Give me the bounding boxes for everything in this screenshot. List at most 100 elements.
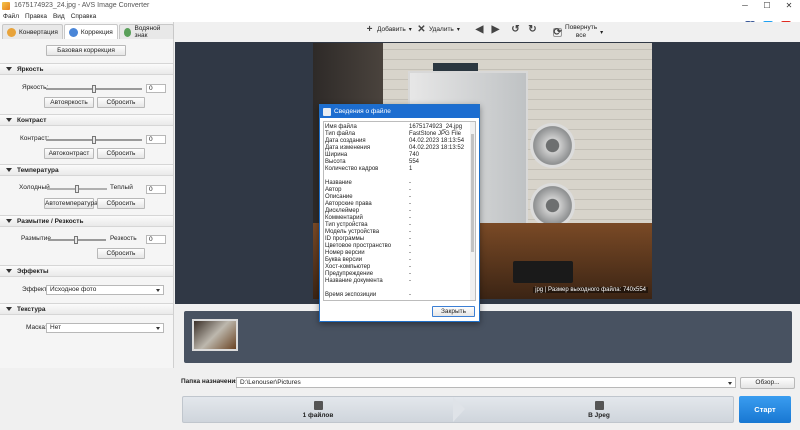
chevron-down-icon	[728, 382, 732, 385]
file-info-key: Цветовое пространство	[325, 243, 392, 249]
rotate-right-button[interactable]: ↻	[528, 24, 537, 35]
close-button[interactable]: ✕	[778, 0, 800, 11]
brightness-value[interactable]: 0	[146, 84, 166, 93]
chevron-down-icon	[156, 327, 160, 330]
effects-section[interactable]: Эффекты	[0, 265, 173, 277]
file-info-value: -	[409, 215, 411, 221]
dialog-close-button[interactable]: Закрыть	[432, 306, 475, 317]
reset-contrast-button[interactable]: Сбросить	[97, 148, 145, 159]
thumbnail-strip	[184, 311, 792, 363]
add-button[interactable]: + Добавить ▾	[365, 24, 412, 35]
brightness-slider[interactable]	[46, 85, 142, 93]
tab-conversion[interactable]: Конвертация	[2, 24, 63, 39]
brightness-section[interactable]: Яркость	[0, 63, 173, 75]
rotate-left-button[interactable]: ↺	[511, 24, 520, 35]
file-info-row: Высота 554	[324, 159, 472, 166]
slider-thumb[interactable]	[75, 185, 79, 193]
menu-edit[interactable]: Правка	[25, 13, 47, 20]
output-format-segment[interactable]: В Jpeg	[465, 397, 733, 422]
contrast-section[interactable]: Контраст	[0, 114, 173, 126]
minimize-button[interactable]: ─	[734, 0, 756, 11]
thumbnail-item[interactable]	[192, 319, 238, 351]
rotate-left-icon: ↺	[511, 24, 520, 35]
section-title: Температура	[17, 166, 59, 174]
file-count-segment[interactable]: 1 файлов	[183, 397, 453, 422]
tab-correction[interactable]: Коррекция	[63, 24, 118, 39]
file-info-row	[324, 173, 472, 180]
section-title: Эффекты	[17, 267, 49, 275]
blur-label: Размытие	[21, 235, 52, 242]
effect-select-value: Исходное фото	[50, 286, 97, 293]
conversion-bar: 1 файлов В Jpeg	[182, 396, 734, 423]
mask-select[interactable]: Нет	[46, 323, 164, 333]
collapse-icon	[6, 67, 12, 71]
file-info-row: Цветовое пространство -	[324, 243, 472, 250]
contrast-value[interactable]: 0	[146, 135, 166, 144]
browse-button[interactable]: Обзор...	[740, 377, 795, 389]
menu-file[interactable]: Файл	[3, 13, 19, 20]
next-button[interactable]: ▶	[491, 24, 500, 35]
reset-brightness-button[interactable]: Сбросить	[97, 97, 145, 108]
rotate-right-icon: ↻	[528, 24, 537, 35]
auto-contrast-button[interactable]: Автоконтраст	[44, 148, 94, 159]
rotate-all-button[interactable]: ⟳ Повернуть все ▾	[553, 24, 603, 40]
file-info-value: -	[409, 257, 411, 263]
slider-thumb[interactable]	[92, 136, 96, 144]
file-info-key: Время экспозиции	[325, 292, 377, 298]
basic-correction-button[interactable]: Базовая коррекция	[46, 45, 126, 56]
blur-sharpness-section[interactable]: Размытие / Резкость	[0, 215, 173, 227]
file-info-key: Высота	[325, 159, 346, 165]
tab-watermark[interactable]: Водяной знак	[118, 24, 174, 39]
slider-thumb[interactable]	[92, 85, 96, 93]
reset-blur-button[interactable]: Сбросить	[97, 248, 145, 259]
file-info-row: Тип файла FastStone JPG File	[324, 131, 472, 138]
texture-section[interactable]: Текстура	[0, 303, 173, 315]
file-info-row: Дата создания 04.02.2023 18:13:54	[324, 138, 472, 145]
contrast-slider[interactable]	[46, 136, 142, 144]
temperature-section[interactable]: Температура	[0, 164, 173, 176]
file-info-key: Тип устройства	[325, 222, 368, 228]
file-info-key: Название документа	[325, 278, 383, 284]
start-button[interactable]: Старт	[739, 396, 791, 423]
file-info-value: -	[409, 180, 411, 186]
file-info-value: -	[409, 222, 411, 228]
menu-help[interactable]: Справка	[71, 13, 97, 20]
add-label: Добавить	[377, 26, 406, 33]
auto-temperature-button[interactable]: Автотемпература	[44, 198, 98, 209]
delete-button[interactable]: ✕ Удалить ▾	[417, 24, 460, 35]
file-info-key: Дата создания	[325, 138, 366, 144]
file-info-key: ID программы	[325, 236, 365, 242]
arrow-right-icon: ▶	[491, 24, 500, 35]
chevron-down-icon: ▾	[600, 29, 604, 36]
blur-value[interactable]: 0	[146, 235, 166, 244]
file-info-list[interactable]: Имя файла 1675174923_24.jpg Тип файла FastS…	[323, 121, 476, 301]
maximize-button[interactable]: ☐	[756, 0, 778, 11]
format-icon	[594, 400, 604, 410]
reset-temperature-button[interactable]: Сбросить	[97, 198, 145, 209]
file-info-value: 1	[409, 166, 413, 172]
temperature-value[interactable]: 0	[146, 185, 166, 194]
collapse-icon	[6, 307, 12, 311]
effect-select[interactable]: Исходное фото	[46, 285, 164, 295]
previous-button[interactable]: ◀	[475, 24, 484, 35]
warm-label: Теплый	[110, 184, 133, 191]
auto-brightness-button[interactable]: Автояркость	[44, 97, 94, 108]
destination-path-input[interactable]: D:\Lenouser\Pictures	[236, 377, 736, 388]
temperature-slider[interactable]	[47, 185, 107, 193]
menu-view[interactable]: Вид	[53, 13, 65, 20]
tab-label: Коррекция	[80, 28, 113, 36]
chevron-down-icon: ▾	[456, 27, 460, 33]
file-info-row: Название документа -	[324, 278, 472, 285]
file-info-value: 04.02.2023 18:13:52	[409, 145, 465, 151]
collapse-icon	[6, 118, 12, 122]
file-info-value: -	[409, 264, 411, 270]
file-info-key: Дисклеймер	[325, 208, 360, 214]
file-info-row: Автор -	[324, 187, 472, 194]
slider-thumb[interactable]	[74, 236, 78, 244]
dialog-title-bar[interactable]: Сведения о файле	[320, 105, 479, 118]
rotate-all-icon: ⟳	[553, 26, 562, 38]
file-info-row: Комментарий -	[324, 215, 472, 222]
file-info-dialog: Сведения о файле Имя файла 1675174923_24.…	[319, 104, 480, 322]
chevron-down-icon: ▾	[408, 27, 412, 33]
blur-sharpness-slider[interactable]	[48, 236, 106, 244]
